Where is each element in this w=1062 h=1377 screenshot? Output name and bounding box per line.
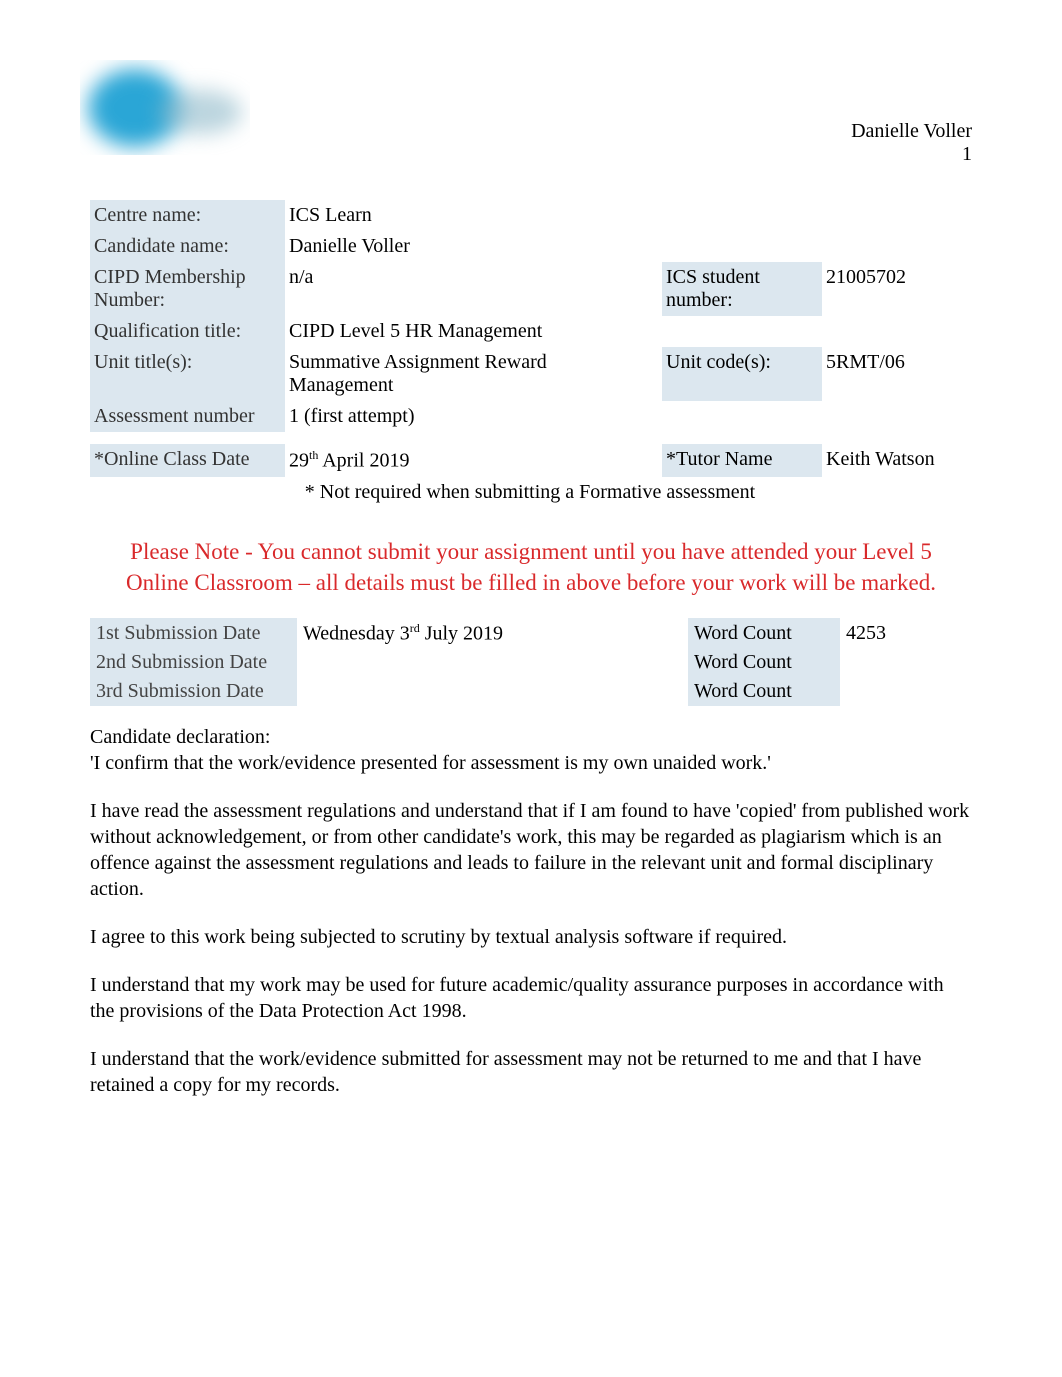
- qualification-value: CIPD Level 5 HR Management: [285, 316, 972, 347]
- table-row: Candidate name: Danielle Voller: [90, 231, 972, 262]
- page-header-right: Danielle Voller 1: [851, 120, 972, 166]
- declaration-p1: 'I confirm that the work/evidence presen…: [90, 750, 972, 776]
- note-body: - You cannot submit your assignment unti…: [126, 539, 936, 595]
- wordcount1-label: Word Count: [688, 618, 840, 649]
- submission1-label: 1st Submission Date: [90, 618, 297, 649]
- tutor-label: *Tutor Name: [662, 444, 822, 477]
- online-class-day: 29: [289, 450, 309, 472]
- candidate-name-value: Danielle Voller: [285, 231, 972, 262]
- info-table: Centre name: ICS Learn Candidate name: D…: [90, 200, 972, 508]
- cipd-membership-value: n/a: [285, 262, 662, 316]
- logo-icon: [80, 60, 250, 155]
- submission1-value: Wednesday 3rd July 2019: [297, 618, 688, 649]
- table-row: Centre name: ICS Learn: [90, 200, 972, 231]
- qualification-label: Qualification title:: [90, 316, 285, 347]
- tutor-value: Keith Watson: [822, 444, 972, 477]
- note-lead: Please Note: [130, 539, 239, 564]
- submission1-pre: Wednesday 3: [303, 622, 410, 644]
- table-row: Qualification title: CIPD Level 5 HR Man…: [90, 316, 972, 347]
- online-class-after: April 2019: [318, 450, 409, 472]
- important-note: Please Note - You cannot submit your ass…: [100, 536, 962, 598]
- assessment-label: Assessment number: [90, 401, 285, 432]
- submission-table: 1st Submission Date Wednesday 3rd July 2…: [90, 618, 972, 707]
- logo: [80, 60, 972, 155]
- online-class-label: *Online Class Date: [90, 444, 285, 477]
- table-row: * Not required when submitting a Formati…: [90, 477, 972, 508]
- table-row: *Online Class Date 29th April 2019 *Tuto…: [90, 444, 972, 477]
- submission3-label: 3rd Submission Date: [90, 677, 297, 706]
- declaration-p2: I have read the assessment regulations a…: [90, 798, 972, 902]
- declaration-p4: I understand that my work may be used fo…: [90, 972, 972, 1024]
- centre-name-value: ICS Learn: [285, 200, 972, 231]
- declaration-section: Candidate declaration: 'I confirm that t…: [90, 724, 972, 1098]
- assessment-value: 1 (first attempt): [285, 401, 972, 432]
- page-number: 1: [851, 143, 972, 166]
- wordcount2-label: Word Count: [688, 648, 840, 677]
- ics-student-value: 21005702: [822, 262, 972, 316]
- unit-title-label: Unit title(s):: [90, 347, 285, 401]
- wordcount3-label: Word Count: [688, 677, 840, 706]
- table-row: Assessment number 1 (first attempt): [90, 401, 972, 432]
- declaration-p3: I agree to this work being subjected to …: [90, 924, 972, 950]
- ics-student-label: ICS student number:: [662, 262, 822, 316]
- centre-name-label: Centre name:: [90, 200, 285, 231]
- wordcount1-value: 4253: [840, 618, 972, 649]
- submission1-after: July 2019: [420, 622, 503, 644]
- candidate-name-label: Candidate name:: [90, 231, 285, 262]
- table-row: [90, 432, 972, 444]
- wordcount3-value: [840, 677, 972, 706]
- table-row: 2nd Submission Date Word Count: [90, 648, 972, 677]
- online-class-value: 29th April 2019: [285, 444, 662, 477]
- submission2-label: 2nd Submission Date: [90, 648, 297, 677]
- document-page: Danielle Voller 1 Centre name: ICS Learn…: [0, 0, 1062, 1200]
- unit-title-value: Summative Assignment Reward Management: [285, 347, 662, 401]
- declaration-title: Candidate declaration:: [90, 724, 972, 750]
- wordcount2-value: [840, 648, 972, 677]
- table-row: 1st Submission Date Wednesday 3rd July 2…: [90, 618, 972, 649]
- submission2-value: [297, 648, 688, 677]
- table-row: Unit title(s): Summative Assignment Rewa…: [90, 347, 972, 401]
- footnote: * Not required when submitting a Formati…: [90, 477, 972, 508]
- submission3-value: [297, 677, 688, 706]
- submission1-sup: rd: [410, 621, 420, 635]
- unit-code-label: Unit code(s):: [662, 347, 822, 401]
- cipd-membership-label: CIPD Membership Number:: [90, 262, 285, 316]
- declaration-p5: I understand that the work/evidence subm…: [90, 1046, 972, 1098]
- unit-code-value: 5RMT/06: [822, 347, 972, 401]
- table-row: CIPD Membership Number: n/a ICS student …: [90, 262, 972, 316]
- table-row: 3rd Submission Date Word Count: [90, 677, 972, 706]
- online-class-sup: th: [309, 448, 318, 462]
- student-name-header: Danielle Voller: [851, 120, 972, 143]
